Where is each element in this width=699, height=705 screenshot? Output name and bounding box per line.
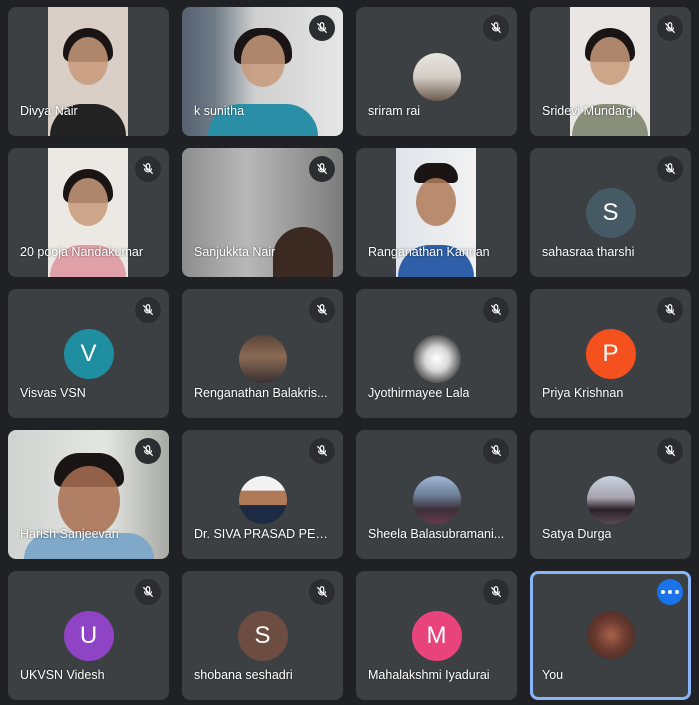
participant-tile[interactable]: Jyothirmayee Lala: [356, 289, 517, 418]
participant-tile[interactable]: S shobana seshadri: [182, 571, 343, 700]
mic-off-icon: [657, 15, 683, 41]
participant-tile[interactable]: V Visvas VSN: [8, 289, 169, 418]
participant-initial-avatar: M: [411, 611, 462, 661]
participant-name: You: [542, 668, 564, 682]
mic-off-icon: [135, 579, 161, 605]
participant-body: [272, 227, 333, 277]
mic-off-icon: [657, 156, 683, 182]
participant-initial-avatar: S: [237, 611, 288, 661]
participant-name: Priya Krishnan: [542, 386, 624, 400]
participant-tile[interactable]: M Mahalakshmi Iyadurai: [356, 571, 517, 700]
participant-face: [57, 465, 120, 536]
participant-tile[interactable]: Dr. SIVA PRASAD PEN...: [182, 430, 343, 559]
mic-off-icon: [483, 579, 509, 605]
participant-tile[interactable]: Sanjukkta Nair: [182, 148, 343, 277]
mic-off-icon: [483, 438, 509, 464]
participant-name: Sanjukkta Nair: [194, 245, 276, 259]
participant-name: Jyothirmayee Lala: [368, 386, 470, 400]
participant-grid: Divya Nair k sunitha sriram rai Sridevi …: [8, 7, 691, 700]
participant-initial-avatar: U: [63, 611, 114, 661]
participant-tile[interactable]: S sahasraa tharshi: [530, 148, 691, 277]
participant-tile[interactable]: Harish Sanjeevan: [8, 430, 169, 559]
participant-face: [68, 37, 108, 86]
participant-photo-avatar: [412, 53, 461, 101]
participant-tile[interactable]: k sunitha: [182, 7, 343, 136]
participant-name: Visvas VSN: [20, 386, 86, 400]
participant-initial-avatar: P: [585, 329, 636, 379]
self-tile[interactable]: You: [530, 571, 691, 700]
participant-name: Sridevi Mundargi: [542, 104, 636, 118]
participant-face: [68, 178, 108, 227]
mic-off-icon: [657, 438, 683, 464]
participant-tile[interactable]: 20 pooja Nandakumar: [8, 148, 169, 277]
participant-name: Satya Durga: [542, 527, 612, 541]
mic-off-icon: [309, 156, 335, 182]
participant-tile[interactable]: Sheela Balasubramani...: [356, 430, 517, 559]
participant-name: shobana seshadri: [194, 668, 293, 682]
participant-tile[interactable]: Renganathan Balakris...: [182, 289, 343, 418]
participant-name: UKVSN Videsh: [20, 668, 105, 682]
participant-name: Ranganathan Kannan: [368, 245, 490, 259]
participant-initial-avatar: S: [585, 188, 636, 238]
participant-tile[interactable]: Ranganathan Kannan: [356, 148, 517, 277]
participant-name: sahasraa tharshi: [542, 245, 635, 259]
participant-photo-avatar: [412, 335, 461, 383]
participant-photo-avatar: [586, 611, 635, 659]
participant-initial-avatar: V: [63, 329, 114, 379]
participant-name: Harish Sanjeevan: [20, 527, 119, 541]
participant-name: Divya Nair: [20, 104, 78, 118]
mic-off-icon: [309, 15, 335, 41]
participant-name: Dr. SIVA PRASAD PEN...: [194, 527, 334, 541]
participant-tile[interactable]: Sridevi Mundargi: [530, 7, 691, 136]
participant-face: [240, 35, 285, 88]
participant-name: sriram rai: [368, 104, 421, 118]
participant-photo-avatar: [412, 476, 461, 524]
participant-face: [590, 37, 630, 86]
participant-name: 20 pooja Nandakumar: [20, 245, 143, 259]
participant-photo-avatar: [238, 335, 287, 383]
participant-name: k sunitha: [194, 104, 245, 118]
mic-off-icon: [309, 297, 335, 323]
participant-tile[interactable]: P Priya Krishnan: [530, 289, 691, 418]
mic-off-icon: [309, 438, 335, 464]
participant-name: Mahalakshmi Iyadurai: [368, 668, 490, 682]
mic-off-icon: [135, 297, 161, 323]
participant-name: Sheela Balasubramani...: [368, 527, 505, 541]
mic-off-icon: [135, 438, 161, 464]
mic-off-icon: [483, 15, 509, 41]
mic-off-icon: [309, 579, 335, 605]
mic-off-icon: [135, 156, 161, 182]
mic-off-icon: [657, 297, 683, 323]
participant-tile[interactable]: sriram rai: [356, 7, 517, 136]
participant-tile[interactable]: Divya Nair: [8, 7, 169, 136]
participant-tile[interactable]: U UKVSN Videsh: [8, 571, 169, 700]
participant-name: Renganathan Balakris...: [194, 386, 328, 400]
participant-photo-avatar: [238, 476, 287, 524]
mic-off-icon: [483, 297, 509, 323]
participant-tile[interactable]: Satya Durga: [530, 430, 691, 559]
participant-face: [416, 178, 456, 227]
more-options-button[interactable]: [657, 579, 683, 605]
participant-photo-avatar: [586, 476, 635, 524]
more-options-icon: [661, 590, 679, 594]
